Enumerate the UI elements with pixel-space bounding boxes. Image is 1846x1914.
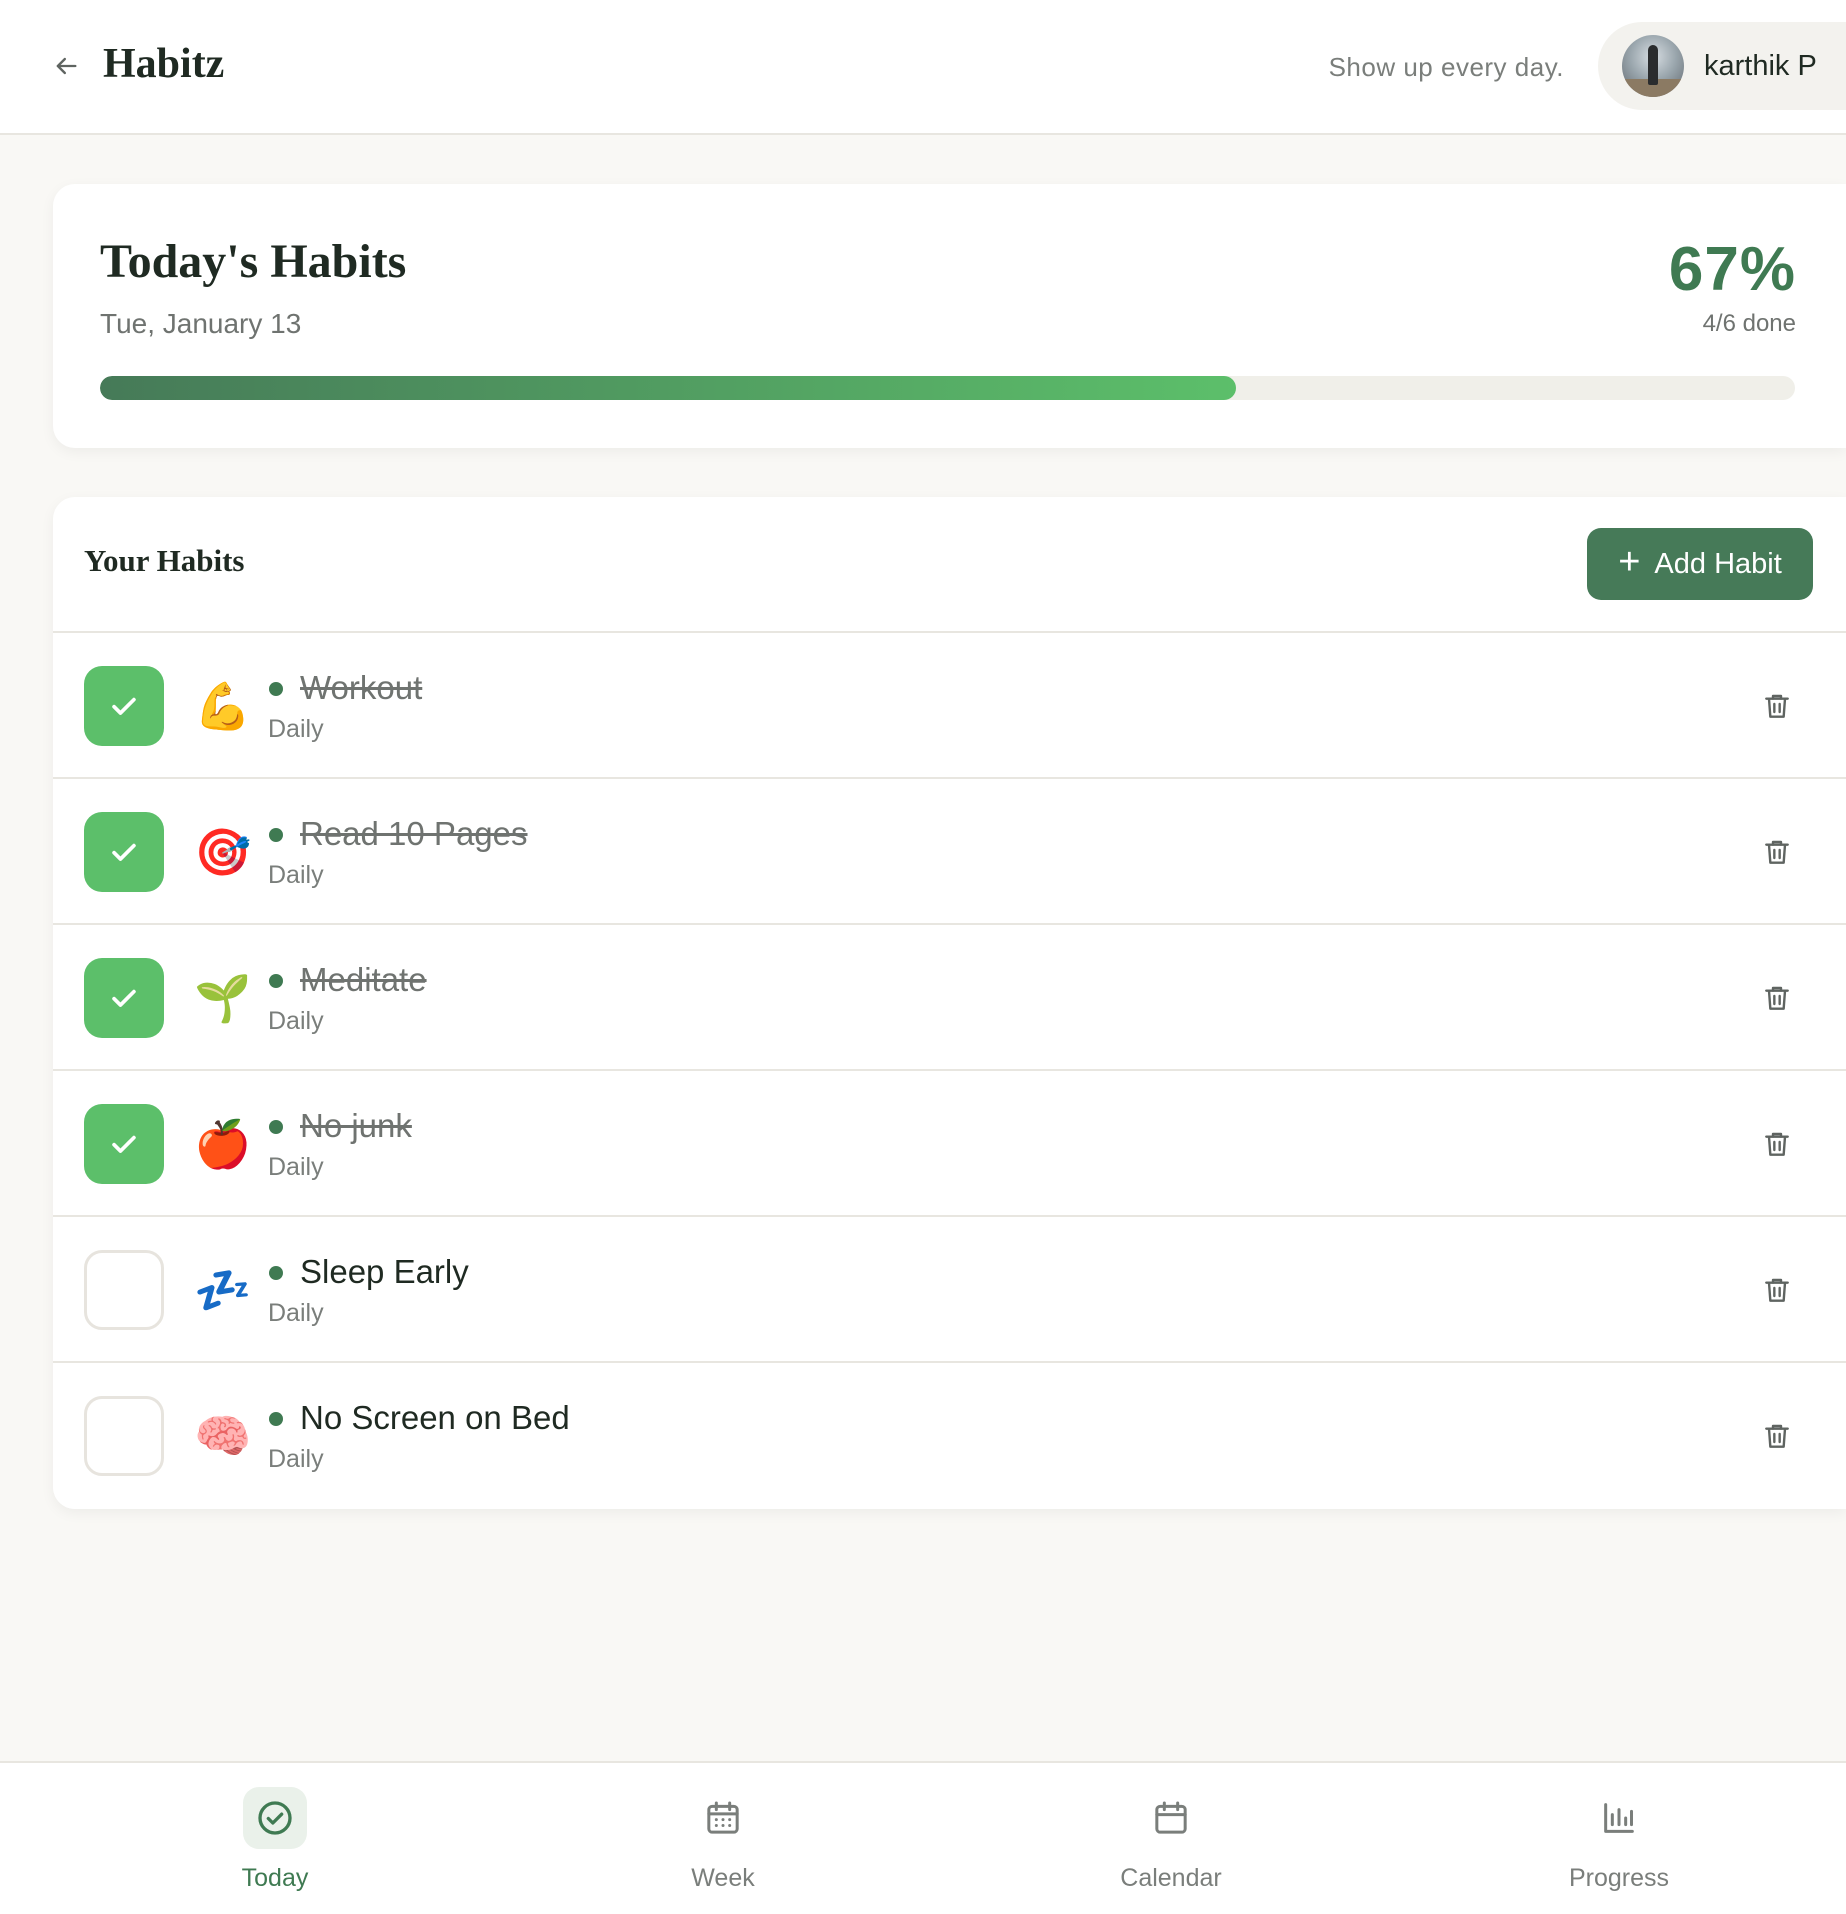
habit-frequency: Daily [268,1299,324,1327]
delete-habit-button[interactable] [1761,1274,1793,1306]
check-icon [112,843,136,861]
user-menu[interactable]: karthik P [1598,22,1846,110]
habit-row: 💤 Sleep Early Daily [53,1217,1846,1363]
habit-frequency: Daily [268,861,324,889]
habit-checkbox[interactable] [84,1104,164,1184]
habit-emoji-icon: 💪 [194,679,252,733]
plus-icon: + [1618,541,1641,583]
habit-frequency: Daily [268,1007,324,1035]
habit-checkbox[interactable] [84,812,164,892]
habit-emoji-icon: 🎯 [194,825,252,879]
habit-frequency: Daily [268,1445,324,1473]
habit-checkbox[interactable] [84,666,164,746]
progress-bar-fill [100,376,1236,400]
habit-emoji-icon: 🍎 [194,1117,252,1171]
nav-today-label: Today [241,1864,309,1892]
progress-bar [100,376,1795,400]
add-habit-button[interactable]: + Add Habit [1587,528,1813,600]
habit-name: No junk [300,1107,412,1144]
habit-checkbox[interactable] [84,1396,164,1476]
summary-title: Today's Habits [100,235,407,288]
delete-habit-button[interactable] [1761,690,1793,722]
habit-status-dot [269,1412,283,1426]
habit-name: Meditate [300,961,427,998]
check-icon [112,989,136,1007]
habit-emoji-icon: 💤 [194,1263,252,1317]
app-title: Habitz [103,41,225,87]
completion-count: 4/6 done [1702,310,1796,337]
summary-date: Tue, January 13 [100,308,302,339]
top-header: Habitz Show up every day. karthik P [0,0,1846,135]
habit-frequency: Daily [268,715,324,743]
delete-habit-button[interactable] [1761,1128,1793,1160]
calendar-icon [1155,1801,1187,1834]
trash-icon [1765,986,1789,1010]
habit-emoji-icon: 🌱 [194,971,252,1025]
trash-icon [1765,1278,1789,1302]
habits-card: Your Habits + Add Habit 💪 Workout Daily 🎯 Re… [53,497,1846,1509]
avatar [1622,35,1684,97]
habits-header: Your Habits + Add Habit [53,497,1846,633]
habit-emoji-icon: 🧠 [194,1409,252,1463]
nav-week[interactable]: Week [623,1787,823,1907]
bottom-nav: Today Week Calendar Progress [0,1761,1846,1914]
habit-row: 🍎 No junk Daily [53,1071,1846,1217]
habit-status-dot [269,1120,283,1134]
habit-status-dot [269,682,283,696]
habit-name: No Screen on Bed [300,1399,570,1436]
habit-row: 🎯 Read 10 Pages Daily [53,779,1846,925]
bar-chart-icon [1604,1803,1634,1833]
trash-icon [1765,694,1789,718]
check-circle-icon [258,1801,292,1835]
habit-checkbox[interactable] [84,1250,164,1330]
nav-calendar[interactable]: Calendar [1071,1787,1271,1907]
back-button[interactable] [46,46,86,86]
habit-status-dot [269,828,283,842]
delete-habit-button[interactable] [1761,1420,1793,1452]
trash-icon [1765,840,1789,864]
nav-progress[interactable]: Progress [1519,1787,1719,1907]
check-icon [112,697,136,715]
add-habit-label: Add Habit [1654,547,1782,580]
nav-week-label: Week [691,1864,755,1892]
trash-icon [1765,1424,1789,1448]
tagline: Show up every day. [1328,52,1564,82]
habit-row: 🧠 No Screen on Bed Daily [53,1363,1846,1509]
today-summary-card: Today's Habits Tue, January 13 67% 4/6 d… [53,184,1846,448]
nav-today[interactable]: Today [175,1787,375,1907]
nav-calendar-label: Calendar [1120,1864,1222,1892]
habit-row: 💪 Workout Daily [53,633,1846,779]
arrow-left-icon [56,57,77,75]
delete-habit-button[interactable] [1761,982,1793,1014]
delete-habit-button[interactable] [1761,836,1793,868]
habit-name: Sleep Early [300,1253,469,1290]
habit-row: 🌱 Meditate Daily [53,925,1846,1071]
habits-heading: Your Habits [84,543,245,578]
habit-frequency: Daily [268,1153,324,1181]
habit-name: Workout [300,669,423,706]
habit-name: Read 10 Pages [300,815,528,852]
habit-status-dot [269,974,283,988]
habit-status-dot [269,1266,283,1280]
calendar-grid-icon [707,1801,739,1834]
habit-checkbox[interactable] [84,958,164,1038]
check-icon [112,1135,136,1153]
nav-progress-label: Progress [1568,1864,1670,1892]
completion-percent: 67% [1668,235,1796,304]
user-name: karthik P [1704,49,1817,82]
trash-icon [1765,1132,1789,1156]
